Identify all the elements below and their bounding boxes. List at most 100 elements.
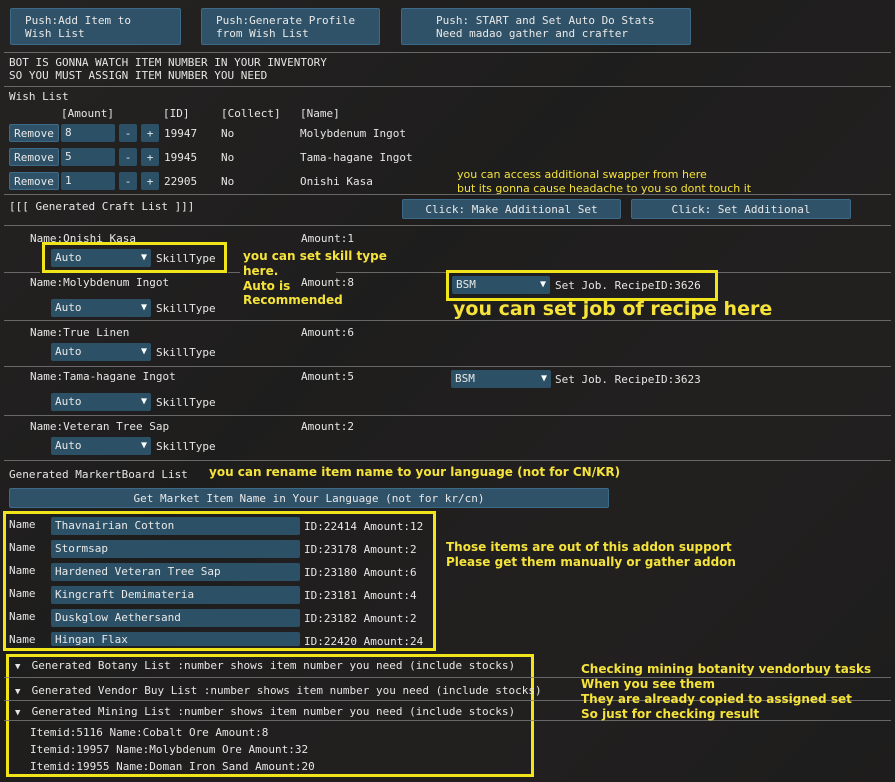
annotation-skill-2: here.	[243, 264, 279, 278]
market-item-name-input[interactable]: Kingcraft Demimateria	[51, 586, 300, 604]
divider	[4, 52, 891, 53]
mining-item: Itemid:19955 Name:Doman Iron Sand Amount…	[30, 760, 315, 773]
name-label: Name	[9, 541, 36, 554]
chevron-down-icon: ▼	[540, 373, 547, 384]
craft-item-name: Name:Veteran Tree Sap	[30, 420, 170, 433]
divider	[4, 320, 891, 321]
header-amount: [Amount]	[61, 107, 114, 120]
increment-button[interactable]: +	[141, 124, 159, 142]
get-market-item-names-button[interactable]: Get Market Item Name in Your Language (n…	[9, 488, 609, 508]
name-label: Name	[9, 610, 36, 623]
remove-button[interactable]: Remove	[9, 148, 59, 166]
divider	[228, 272, 240, 273]
annotation-skill-1: you can set skill type	[243, 249, 387, 263]
expand-arrow-icon: ▼	[15, 708, 21, 718]
warning-line-2: SO YOU MUST ASSIGN ITEM NUMBER YOU NEED	[9, 69, 268, 82]
divider	[4, 677, 891, 678]
market-item-name-input[interactable]: Hardened Veteran Tree Sap	[51, 563, 300, 581]
market-item-name-input[interactable]: Duskglow Aethersand	[51, 609, 300, 627]
skilltype-dropdown[interactable]: Auto ▼	[51, 437, 151, 455]
skilltype-dropdown[interactable]: Auto ▼	[51, 299, 151, 317]
annotation-check-1: Checking mining botanity vendorbuy tasks	[581, 662, 872, 676]
expand-arrow-icon: ▼	[15, 687, 21, 697]
chevron-down-icon: ▼	[140, 440, 147, 451]
name-label: Name	[9, 518, 36, 531]
market-item-name-input[interactable]: Thavnairian Cotton	[51, 517, 300, 535]
botany-list-header[interactable]: ▼ Generated Botany List :number shows it…	[15, 659, 515, 672]
market-item-info: ID:23181 Amount:4	[304, 589, 417, 602]
annotation-unsupported-2: Please get them manually or gather addon	[446, 555, 736, 569]
market-item-name-input[interactable]: Stormsap	[51, 540, 300, 558]
divider	[4, 194, 891, 195]
decrement-button[interactable]: -	[119, 172, 137, 190]
skilltype-label: SkillType	[156, 302, 216, 315]
amount-input[interactable]: 8	[61, 124, 115, 142]
chevron-down-icon: ▼	[140, 396, 147, 407]
highlight-box	[446, 270, 718, 301]
increment-button[interactable]: +	[141, 148, 159, 166]
name-label: Name	[9, 564, 36, 577]
name-label: Name	[9, 633, 36, 646]
collect-value: No	[221, 151, 235, 164]
header-collect: [Collect]	[221, 107, 281, 120]
divider	[4, 415, 891, 416]
warning-line-1: BOT IS GONNA WATCH ITEM NUMBER IN YOUR I…	[9, 56, 327, 69]
annotation-unsupported-1: Those items are out of this addon suppor…	[446, 540, 732, 554]
craft-item-amount: Amount:8	[301, 276, 354, 289]
item-id: 22905	[164, 175, 198, 188]
amount-input[interactable]: 1	[61, 172, 115, 190]
market-item-info: ID:22414 Amount:12	[304, 520, 424, 533]
start-auto-button[interactable]: Push: START and Set Auto Do Stats Need m…	[401, 8, 691, 45]
item-id: 19947	[164, 127, 198, 140]
craft-item-amount: Amount:2	[301, 420, 354, 433]
increment-button[interactable]: +	[141, 172, 159, 190]
chevron-down-icon: ▼	[140, 346, 147, 357]
vendor-list-header[interactable]: ▼ Generated Vendor Buy List :number show…	[15, 684, 542, 697]
decrement-button[interactable]: -	[119, 148, 137, 166]
mining-item: Itemid:5116 Name:Cobalt Ore Amount:8	[30, 726, 269, 739]
craft-item-name: Name:True Linen	[30, 326, 130, 339]
divider	[4, 225, 891, 226]
annotation-skill-3: Auto is	[243, 279, 291, 293]
item-id: 19945	[164, 151, 198, 164]
craft-item-amount: Amount:1	[301, 232, 354, 245]
make-additional-set-button[interactable]: Click: Make Additional Set	[402, 199, 621, 219]
expand-arrow-icon: ▼	[15, 662, 21, 672]
craft-item-amount: Amount:5	[301, 370, 354, 383]
job-dropdown[interactable]: BSM ▼	[451, 370, 551, 388]
market-item-info: ID:23182 Amount:2	[304, 612, 417, 625]
skilltype-dropdown[interactable]: Auto ▼	[51, 393, 151, 411]
market-item-name-input[interactable]: Hingan Flax	[51, 632, 300, 646]
market-list-title: Generated MarkertBoard List	[9, 468, 188, 481]
annotation-check-4: So just for checking result	[581, 707, 760, 721]
decrement-button[interactable]: -	[119, 124, 137, 142]
annotation-rename: you can rename item name to your languag…	[209, 465, 621, 479]
annotation-check-2: When you see them	[581, 677, 715, 691]
set-additional-button[interactable]: Click: Set Additional	[631, 199, 851, 219]
generate-profile-button[interactable]: Push:Generate Profile from Wish List	[201, 8, 380, 45]
skilltype-label: SkillType	[156, 346, 216, 359]
header-name: [Name]	[300, 107, 340, 120]
collect-value: No	[221, 175, 235, 188]
skilltype-dropdown[interactable]: Auto ▼	[51, 343, 151, 361]
annotation-job: you can set job of recipe here	[453, 298, 773, 320]
add-item-to-wishlist-button[interactable]: Push:Add Item to Wish List	[10, 8, 181, 45]
item-name: Tama-hagane Ingot	[300, 151, 413, 164]
remove-button[interactable]: Remove	[9, 124, 59, 142]
item-name: Molybdenum Ingot	[300, 127, 406, 140]
divider	[4, 86, 891, 87]
craft-item-amount: Amount:6	[301, 326, 354, 339]
craft-item-name: Name:Molybdenum Ingot	[30, 276, 170, 289]
name-label: Name	[9, 587, 36, 600]
remove-button[interactable]: Remove	[9, 172, 59, 190]
skilltype-label: SkillType	[156, 396, 216, 409]
set-job-recipe-label: Set Job. RecipeID:3623	[555, 373, 701, 386]
item-name: Onishi Kasa	[300, 175, 373, 188]
mining-item: Itemid:19957 Name:Molybdenum Ore Amount:…	[30, 743, 309, 756]
wishlist-title: Wish List	[9, 90, 69, 103]
skilltype-label: SkillType	[156, 440, 216, 453]
mining-list-header[interactable]: ▼ Generated Mining List :number shows it…	[15, 705, 515, 718]
amount-input[interactable]: 5	[61, 148, 115, 166]
chevron-down-icon: ▼	[140, 302, 147, 313]
annotation-skill-4: Recommended	[243, 293, 343, 307]
